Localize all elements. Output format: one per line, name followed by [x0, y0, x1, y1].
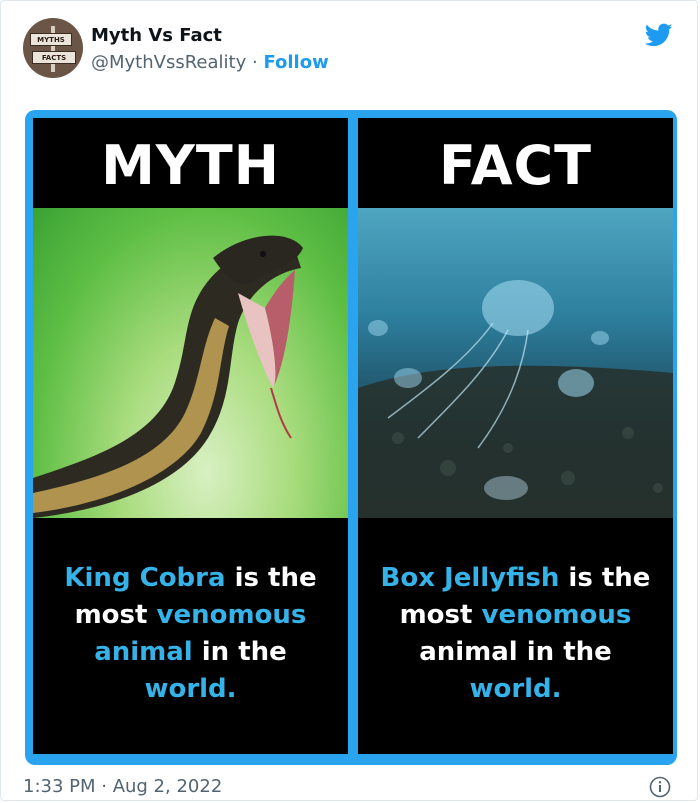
cobra-illustration	[33, 235, 303, 518]
caption-segment: animal in the	[419, 637, 612, 667]
caption-segment: venomous	[156, 600, 307, 630]
caption-segment: in the	[192, 637, 287, 667]
caption-segment: Box Jellyfish	[380, 563, 560, 593]
tweet-timestamp[interactable]: 1:33 PM · Aug 2, 2022	[23, 776, 222, 797]
author-handle[interactable]: @MythVssReality	[91, 52, 246, 73]
fact-caption: Box Jellyfish is the most venomous anima…	[370, 560, 661, 708]
avatar[interactable]: MYTHS FACTS	[23, 18, 83, 78]
fact-title: FACT	[439, 134, 592, 197]
jellyfish-illustration	[358, 280, 673, 518]
follow-button[interactable]: Follow	[263, 52, 328, 73]
king-cobra-photo	[33, 208, 348, 518]
box-jellyfish-photo	[358, 208, 673, 518]
caption-segment: world.	[144, 674, 237, 704]
avatar-sign-myths: MYTHS	[30, 33, 72, 46]
myth-caption: King Cobra is the most venomous animal i…	[45, 560, 336, 708]
author-line: @MythVssReality · Follow	[91, 52, 329, 73]
fact-panel: FACT Box Jellyfish is the most venomous …	[358, 118, 673, 754]
tweet-image[interactable]: MYTH King Cobra is the most venomous ani…	[25, 110, 677, 765]
tweet-card: MYTHS FACTS Myth Vs Fact @MythVssReality…	[0, 0, 698, 801]
caption-segment: world.	[469, 674, 562, 704]
caption-segment: venomous	[481, 600, 632, 630]
author-name[interactable]: Myth Vs Fact	[91, 25, 222, 46]
info-icon[interactable]	[649, 776, 671, 798]
avatar-sign-facts: FACTS	[32, 51, 76, 64]
separator-dot: ·	[251, 52, 258, 73]
myth-title: MYTH	[101, 134, 280, 197]
caption-segment: animal	[94, 637, 193, 667]
caption-segment: King Cobra	[64, 563, 226, 593]
myth-panel: MYTH King Cobra is the most venomous ani…	[33, 118, 348, 754]
twitter-bird-icon[interactable]	[643, 21, 675, 49]
